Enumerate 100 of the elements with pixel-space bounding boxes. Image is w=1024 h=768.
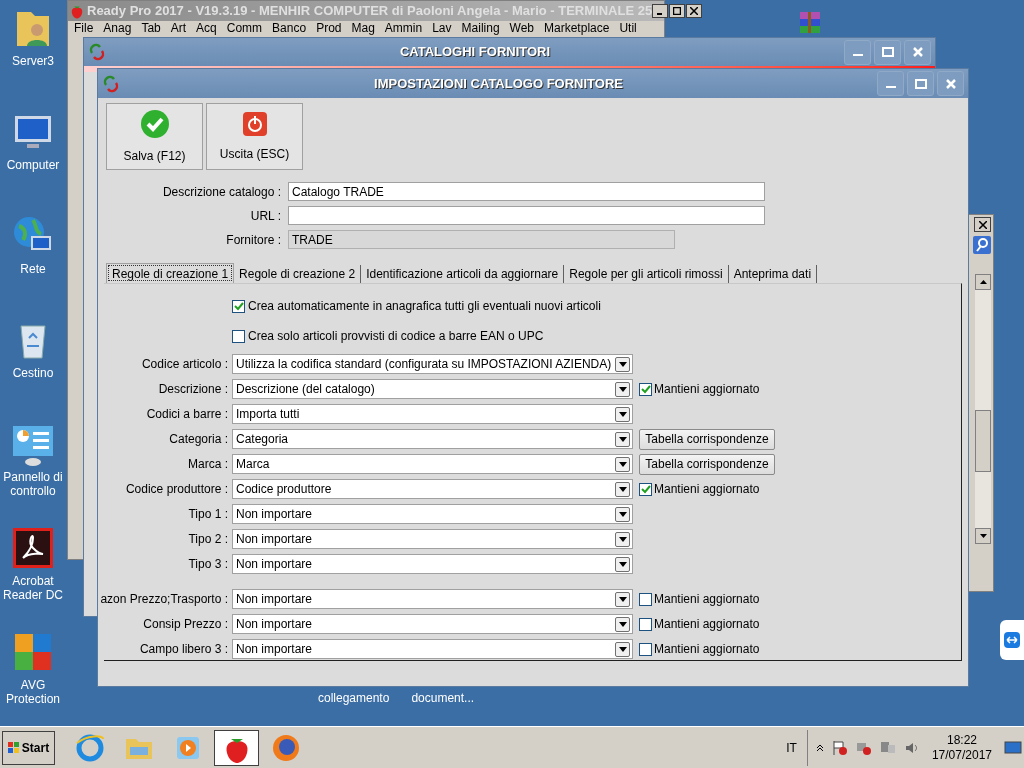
close-icon xyxy=(978,220,987,229)
menu-item[interactable]: Tab xyxy=(141,21,161,35)
menu-item[interactable]: Prod xyxy=(316,21,342,35)
menu-item[interactable]: Comm xyxy=(226,21,263,35)
dropdown-arrow-icon xyxy=(618,621,627,627)
dropdown[interactable]: Descrizione (del catalogo) xyxy=(232,379,633,399)
menu-item[interactable]: Art xyxy=(170,21,187,35)
browser-icon[interactable] xyxy=(74,732,105,763)
checkbox[interactable] xyxy=(639,592,652,606)
field-label: Tipo 1 : xyxy=(188,506,228,523)
menu-item[interactable]: Anag xyxy=(103,21,132,35)
remote-support-tab[interactable] xyxy=(1000,620,1024,660)
save-button[interactable]: Salva (F12) xyxy=(106,103,203,170)
menu-item[interactable]: Lav xyxy=(432,21,452,35)
show-desktop-icon[interactable] xyxy=(1004,740,1022,755)
menu-item[interactable]: Util xyxy=(619,21,637,35)
check-icon xyxy=(640,384,651,394)
dropdown[interactable]: Non importare xyxy=(232,504,633,524)
dropdown[interactable]: Non importare xyxy=(232,529,633,549)
firefox-icon[interactable] xyxy=(270,732,301,763)
close-icon xyxy=(690,7,699,15)
menu-item[interactable]: Banco xyxy=(272,21,307,35)
desktop-icon-label[interactable]: document... xyxy=(411,689,475,707)
menu-item[interactable]: File xyxy=(74,21,94,35)
dropdown[interactable]: Marca xyxy=(232,454,633,474)
flag-icon[interactable] xyxy=(831,739,848,756)
language-indicator[interactable]: IT xyxy=(786,738,797,757)
maximize-icon xyxy=(914,77,927,90)
dropdown[interactable]: Non importare xyxy=(232,639,633,659)
up-arrow-icon xyxy=(979,280,987,284)
menu-item[interactable]: Web xyxy=(509,21,535,35)
dropdown-arrow-icon xyxy=(618,511,627,517)
exit-button[interactable]: Uscita (ESC) xyxy=(206,103,303,170)
checkbox[interactable] xyxy=(639,482,652,496)
dropdown[interactable]: Non importare xyxy=(232,614,633,634)
maximize-icon xyxy=(673,7,682,15)
archive-books-icon xyxy=(798,10,822,36)
down-arrow-icon xyxy=(979,534,987,538)
checkbox[interactable] xyxy=(639,617,652,631)
checkbox[interactable] xyxy=(639,382,652,396)
windows-logo-icon xyxy=(7,741,20,754)
computer-icon[interactable] xyxy=(879,739,896,756)
field-label: Consip Prezzo : xyxy=(143,616,228,633)
desktop-icon-label[interactable]: Cestino xyxy=(12,366,54,380)
dropdown-arrow-icon xyxy=(618,561,627,567)
input-field[interactable]: Catalogo TRADE xyxy=(288,182,765,201)
pdf-reader-icon xyxy=(11,526,55,570)
field-label: Marca : xyxy=(188,456,228,473)
close-button[interactable] xyxy=(686,4,703,18)
dropdown[interactable]: Non importare xyxy=(232,589,633,609)
close-icon xyxy=(911,46,924,58)
dropdown[interactable]: Non importare xyxy=(232,554,633,574)
checkmark-icon xyxy=(139,108,170,139)
scrollbar-thumb[interactable] xyxy=(975,410,991,472)
desktop-icon-label[interactable]: AVG Protection xyxy=(0,678,66,706)
desktop-icon-label[interactable]: Pannello di controllo xyxy=(0,470,66,498)
desktop-icon-label[interactable]: Server3 xyxy=(12,54,54,68)
play-icon[interactable] xyxy=(174,734,201,761)
minimize-icon xyxy=(852,54,863,56)
taskbar-app[interactable] xyxy=(214,729,259,766)
minimize-icon xyxy=(885,85,896,88)
desktop-icon-label[interactable]: Computer xyxy=(6,158,60,172)
menu-item[interactable]: Acq xyxy=(196,21,217,35)
dropdown[interactable]: Codice produttore xyxy=(232,479,633,499)
desktop-icon-label[interactable]: Rete xyxy=(20,262,46,276)
tab[interactable]: Regole di creazione 1 xyxy=(106,263,235,283)
scroll-up-button[interactable] xyxy=(975,274,991,290)
field-label: Campo libero 3 : xyxy=(139,641,228,658)
menu-item[interactable]: Mailing xyxy=(461,21,500,35)
input-field[interactable] xyxy=(288,206,765,225)
scrollbar[interactable] xyxy=(975,274,991,544)
checkbox[interactable] xyxy=(232,299,245,313)
mapping-table-button[interactable]: Tabella corrispondenze xyxy=(639,453,775,475)
chevron-up-icon[interactable] xyxy=(815,743,824,752)
desktop-icon-label[interactable]: Acrobat Reader DC xyxy=(0,574,66,602)
input-field: TRADE xyxy=(288,230,675,249)
checkbox[interactable] xyxy=(639,642,652,656)
scroll-down-button[interactable] xyxy=(975,528,991,544)
field-label: Codice produttore : xyxy=(125,481,228,498)
desktop-icon-label[interactable]: collegamento xyxy=(318,689,390,707)
arrows-logo-icon xyxy=(102,74,120,93)
menu-item[interactable]: Ammin xyxy=(384,21,423,35)
checkbox-label: Mantieni aggiornato xyxy=(654,481,760,498)
checkbox[interactable] xyxy=(232,329,245,343)
menu-item[interactable]: Marketplace xyxy=(544,21,610,35)
checkbox-label: Mantieni aggiornato xyxy=(654,641,760,658)
dropdown[interactable]: Categoria xyxy=(232,429,633,449)
minimize-button[interactable] xyxy=(652,4,669,18)
menu-item[interactable]: Mag xyxy=(351,21,375,35)
search-icon[interactable] xyxy=(973,236,991,254)
dropdown-arrow-icon xyxy=(618,486,627,492)
close-button[interactable] xyxy=(974,217,991,232)
dropdown-arrow-icon xyxy=(618,436,627,442)
mapping-table-button[interactable]: Tabella corrispondenze xyxy=(639,428,775,450)
start-button[interactable]: Start xyxy=(2,730,55,765)
maximize-button[interactable] xyxy=(669,4,686,18)
dropdown[interactable]: Importa tutti xyxy=(232,404,633,424)
dropdown[interactable]: Utilizza la codifica standard (configurata su IMPOSTAZIONI AZIENDA) xyxy=(232,354,633,374)
window-title: IMPOSTAZIONI CATALOGO FORNITORE xyxy=(373,74,624,93)
checkbox-label: Mantieni aggiornato xyxy=(654,591,760,608)
